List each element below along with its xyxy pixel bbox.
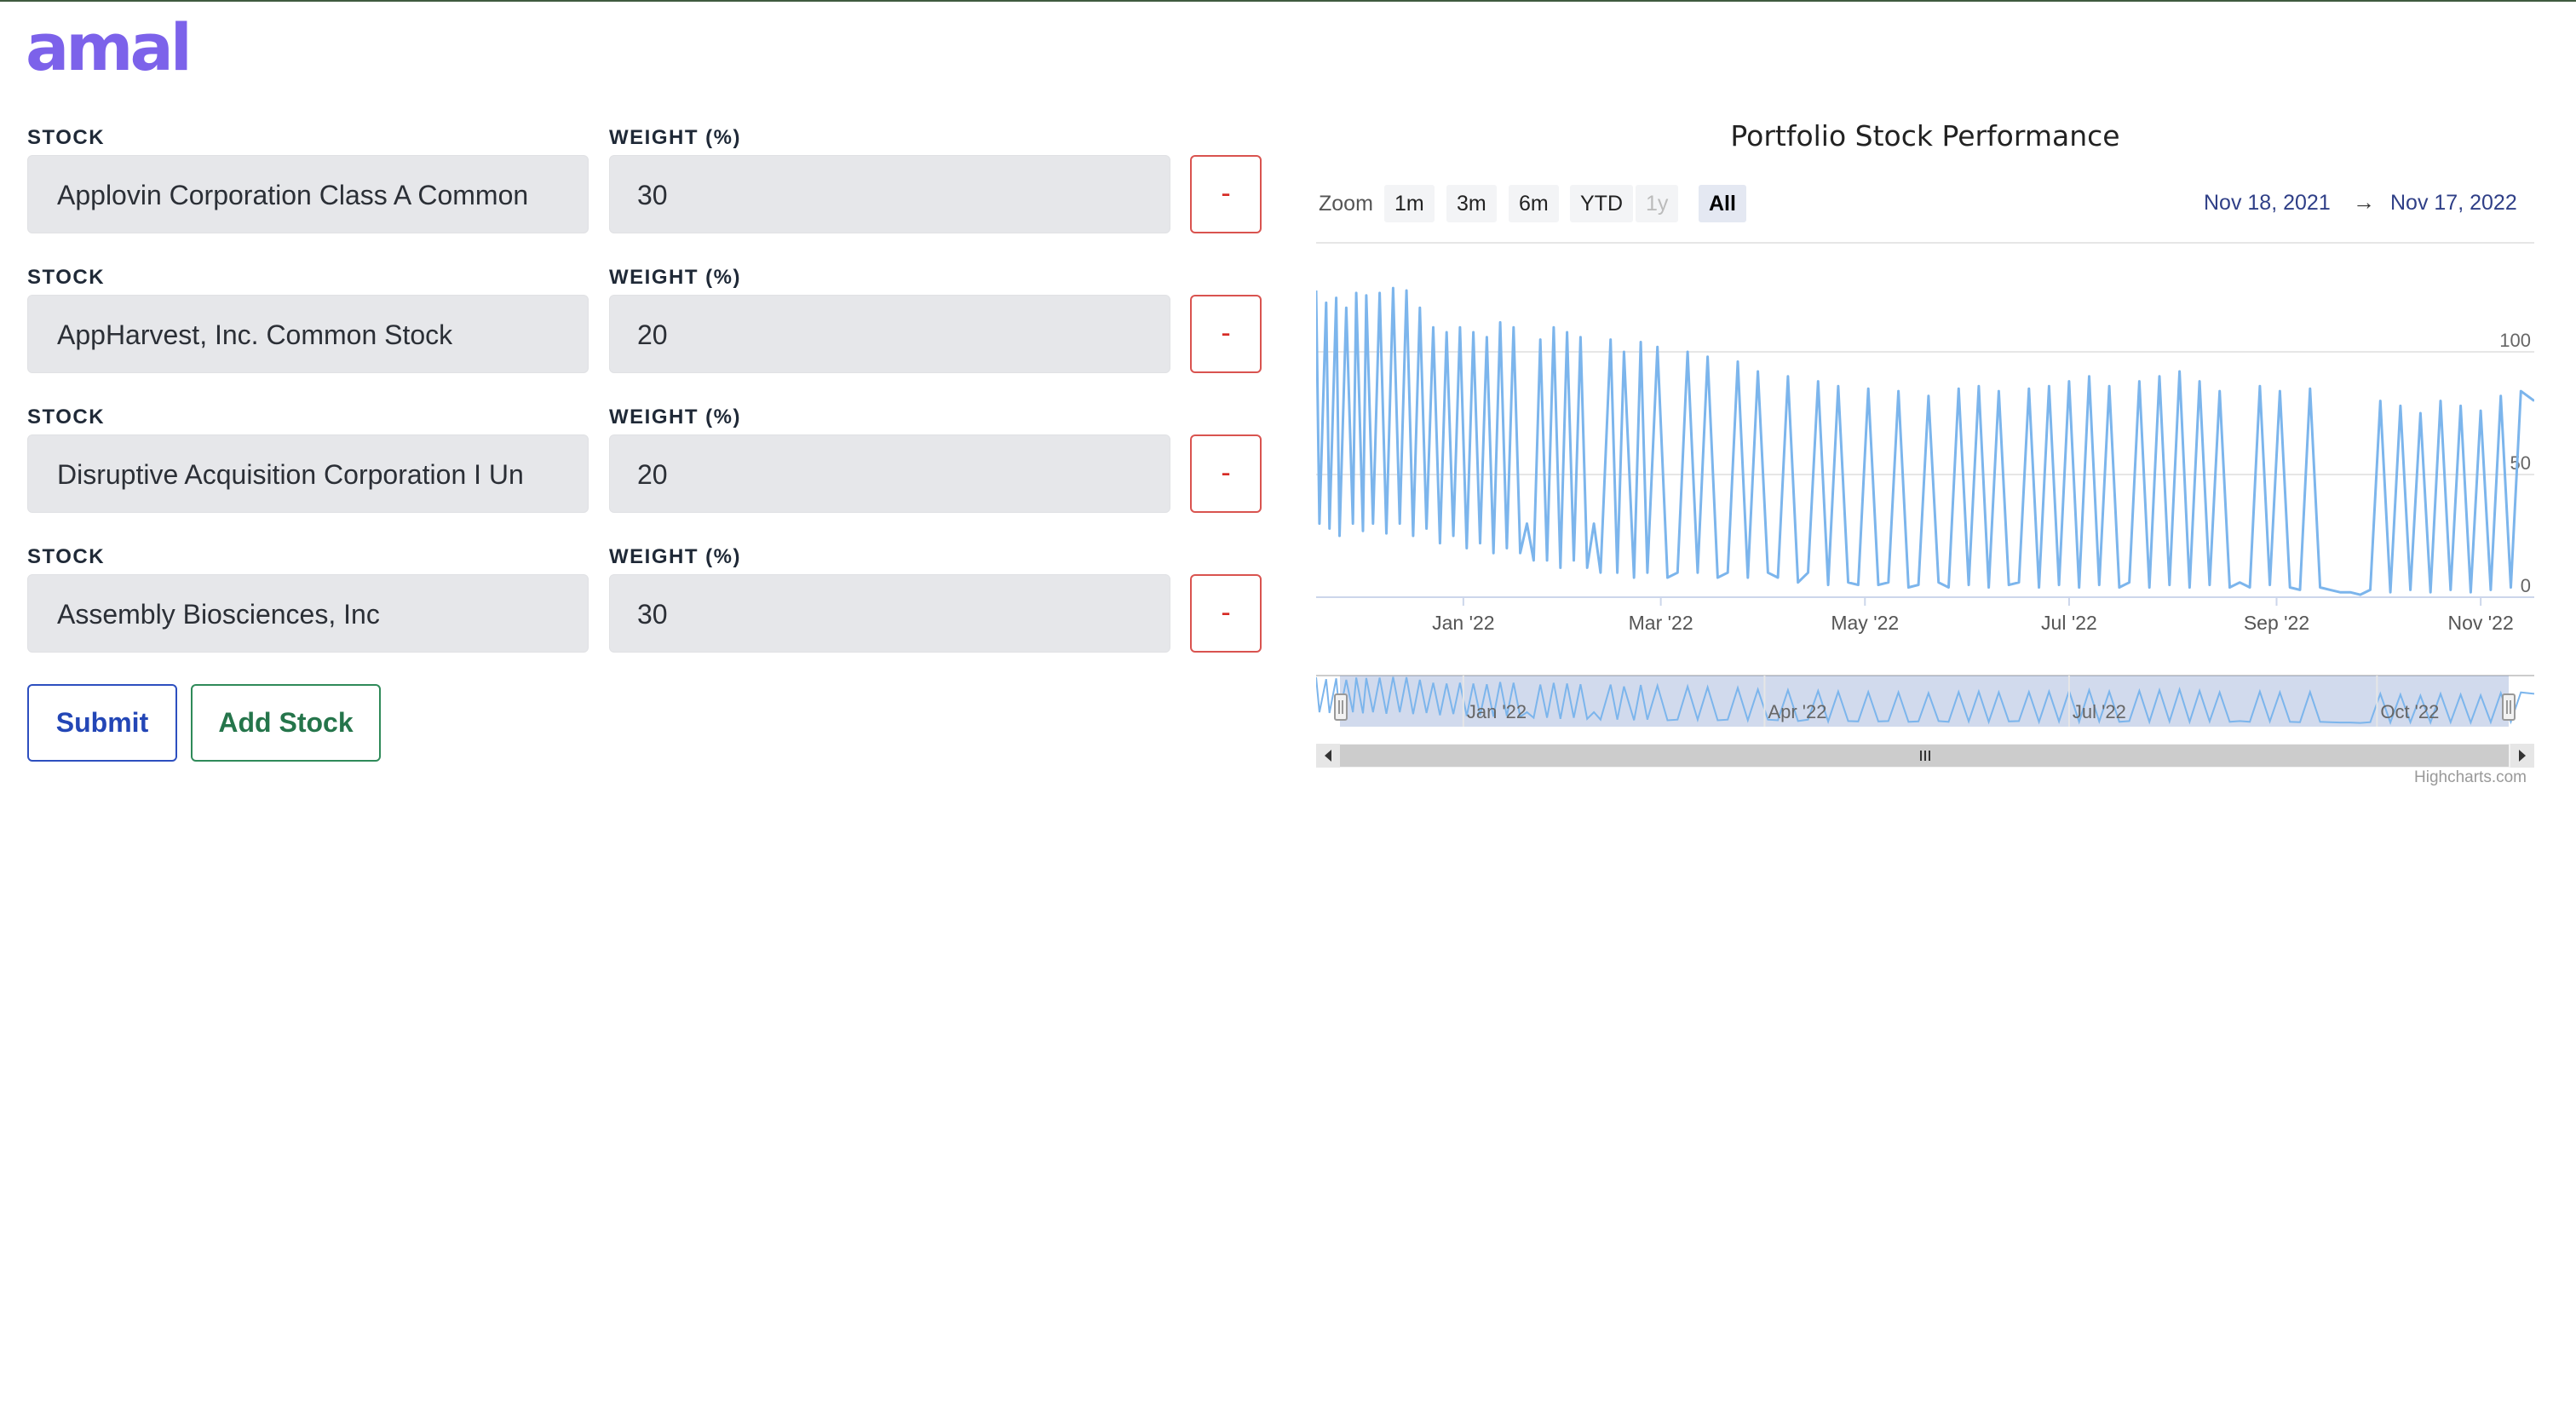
zoom-1y-button: 1y — [1636, 185, 1679, 222]
weight-label: WEIGHT (%) — [609, 545, 741, 568]
remove-stock-button[interactable]: - — [1190, 295, 1262, 373]
stock-label: STOCK — [27, 545, 106, 568]
stock-input[interactable]: Disruptive Acquisition Corporation I Un — [27, 434, 589, 513]
x-axis: Jan '22 Mar '22 May '22 Jul '22 Sep '22 Nov '… — [1432, 597, 2514, 634]
add-stock-button[interactable]: Add Stock — [191, 684, 381, 762]
x-tick-label: Nov '22 — [2448, 612, 2514, 634]
zoom-3m-button[interactable]: 3m — [1446, 185, 1497, 222]
zoom-all-button[interactable]: All — [1699, 185, 1746, 222]
stock-label: STOCK — [27, 266, 106, 289]
amal-logo[interactable]: amal — [26, 15, 193, 80]
stock-input[interactable]: AppHarvest, Inc. Common Stock — [27, 295, 589, 373]
stock-performance-chart[interactable]: 0 50 100 Jan '22 Mar '22 May '22 Jul '22 Sep '… — [1316, 241, 2534, 769]
zoom-label: Zoom — [1319, 192, 1373, 216]
stock-label: STOCK — [27, 406, 106, 429]
weight-input[interactable]: 30 — [609, 574, 1170, 653]
navigator[interactable]: Jan '22 Apr '22 Jul '22 Oct '22 — [1316, 675, 2534, 727]
scrollbar[interactable] — [1316, 744, 2534, 768]
remove-stock-button[interactable]: - — [1190, 434, 1262, 513]
remove-stock-button[interactable]: - — [1190, 574, 1262, 653]
y-tick-label: 100 — [2499, 330, 2531, 351]
y-tick-label: 0 — [2521, 575, 2531, 596]
stock-row: STOCK WEIGHT (%) AppHarvest, Inc. Common… — [27, 266, 1262, 399]
top-border — [0, 0, 2576, 2]
navigator-tick-label: Oct '22 — [2380, 701, 2439, 722]
series-layer — [1316, 286, 2534, 596]
range-arrow-icon: → — [2353, 189, 2375, 215]
x-tick-label: Mar '22 — [1629, 612, 1693, 634]
x-tick-label: Sep '22 — [2244, 612, 2309, 634]
stock-row: STOCK WEIGHT (%) Disruptive Acquisition … — [27, 406, 1262, 538]
stock-label: STOCK — [27, 126, 106, 149]
submit-button[interactable]: Submit — [27, 684, 177, 762]
zoom-6m-button[interactable]: 6m — [1509, 185, 1559, 222]
weight-input[interactable]: 20 — [609, 295, 1170, 373]
weight-label: WEIGHT (%) — [609, 126, 741, 149]
navigator-tick-label: Jan '22 — [1467, 701, 1527, 722]
highcharts-credits[interactable]: Highcharts.com — [2414, 768, 2527, 787]
weight-label: WEIGHT (%) — [609, 266, 741, 289]
navigator-left-handle[interactable] — [1334, 693, 1348, 721]
range-from-input[interactable]: Nov 18, 2021 — [2204, 191, 2331, 216]
stock-input[interactable]: Applovin Corporation Class A Common — [27, 155, 589, 233]
x-tick-label: Jan '22 — [1432, 612, 1494, 634]
stock-input[interactable]: Assembly Biosciences, Inc — [27, 574, 589, 653]
weight-input[interactable]: 20 — [609, 434, 1170, 513]
series-line — [1316, 286, 2534, 596]
x-tick-label: Jul '22 — [2041, 612, 2097, 634]
x-tick-label: May '22 — [1831, 612, 1899, 634]
navigator-tick-label: Jul '22 — [2073, 701, 2126, 722]
range-to-input[interactable]: Nov 17, 2022 — [2390, 191, 2517, 216]
chart-title: Portfolio Stock Performance — [1730, 119, 2120, 152]
weight-label: WEIGHT (%) — [609, 406, 741, 429]
weight-input[interactable]: 30 — [609, 155, 1170, 233]
navigator-right-handle[interactable] — [2502, 693, 2516, 721]
stock-row: STOCK WEIGHT (%) Assembly Biosciences, I… — [27, 545, 1262, 678]
zoom-1m-button[interactable]: 1m — [1384, 185, 1435, 222]
zoom-ytd-button[interactable]: YTD — [1570, 185, 1633, 222]
stock-row: STOCK WEIGHT (%) Applovin Corporation Cl… — [27, 126, 1262, 259]
remove-stock-button[interactable]: - — [1190, 155, 1262, 233]
y-tick-label: 50 — [2510, 452, 2531, 474]
navigator-tick-label: Apr '22 — [1768, 701, 1826, 722]
